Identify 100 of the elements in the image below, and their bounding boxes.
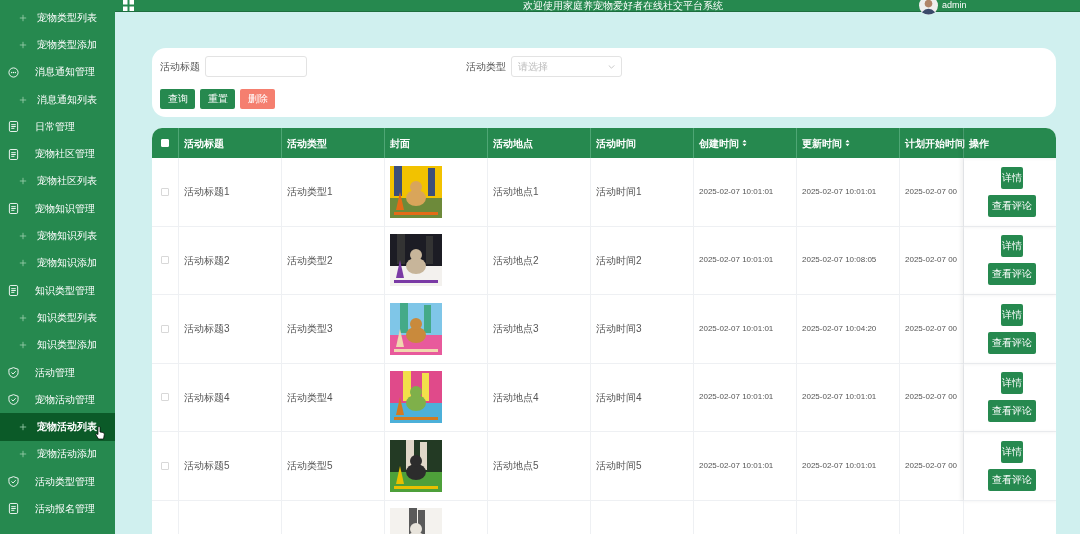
- details-button[interactable]: 详情: [1001, 235, 1023, 258]
- sidebar-label: 宠物社区列表: [37, 176, 97, 187]
- checkbox[interactable]: [161, 393, 169, 402]
- column-header: 更新时间: [802, 136, 842, 151]
- table-cell-text: 活动时间2: [596, 253, 642, 268]
- table-cell: 2025-02-07 10:01:01: [699, 459, 774, 472]
- sidebar-label: 宠物活动添加: [37, 449, 97, 460]
- sidebar-item[interactable]: 宠物知识管理: [0, 195, 115, 223]
- details-button[interactable]: 详情: [1001, 372, 1023, 395]
- details-button[interactable]: 详情: [1001, 440, 1023, 463]
- table-cell: 2025-02-07 10:01:01: [699, 254, 774, 267]
- sidebar-item[interactable]: 活动报名管理: [0, 495, 115, 523]
- plus-icon: [19, 13, 27, 22]
- document-icon: [8, 203, 19, 215]
- table-cell: 2025-02-07 00: [905, 254, 958, 267]
- sidebar-label: 活动类型管理: [35, 476, 95, 487]
- header-title: 欢迎使用家庭养宠物爱好者在线社交平台系统: [523, 0, 723, 11]
- table-cell-text: 活动地点5: [493, 459, 539, 474]
- table-cell: 2025-02-07 10:08:05: [802, 254, 877, 267]
- sidebar-item[interactable]: 宠物知识列表: [0, 222, 115, 250]
- sidebar-label: 宠物社区管理: [35, 149, 95, 160]
- field-label: 活动标题: [160, 60, 200, 74]
- action-button[interactable]: 删除: [240, 89, 275, 109]
- table-cell-text: 活动时间1: [596, 185, 642, 200]
- column-header: 活动时间: [596, 136, 636, 151]
- sidebar-item[interactable]: 宠物类型列表: [0, 4, 115, 32]
- table-cell-text: 活动时间5: [596, 459, 642, 474]
- sidebar-item[interactable]: 知识类型添加: [0, 331, 115, 359]
- sidebar-item[interactable]: 宠物知识添加: [0, 249, 115, 277]
- details-button[interactable]: 详情: [1001, 166, 1023, 189]
- comments-button[interactable]: 查看评论: [988, 331, 1036, 354]
- sidebar-label: 宠物活动管理: [35, 394, 95, 405]
- sort-icon[interactable]: [742, 139, 747, 147]
- sort-icon[interactable]: [845, 139, 850, 147]
- sidebar-item[interactable]: 宠物活动列表: [0, 413, 115, 441]
- comments-button[interactable]: 查看评论: [988, 194, 1036, 217]
- sidebar-item[interactable]: 宠物活动管理: [0, 386, 115, 414]
- sidebar-label: 宠物知识管理: [35, 203, 95, 214]
- avatar-icon[interactable]: [919, 0, 938, 15]
- sidebar-label: 知识类型管理: [35, 285, 95, 296]
- details-button[interactable]: 详情: [1001, 303, 1023, 326]
- comments-button[interactable]: 查看评论: [988, 468, 1036, 491]
- sidebar-item[interactable]: 宠物活动添加: [0, 440, 115, 469]
- sidebar-label: 宠物知识列表: [37, 231, 97, 241]
- document-icon: [8, 285, 19, 297]
- sidebar-item[interactable]: 活动管理: [0, 358, 115, 387]
- plus-icon: [19, 313, 27, 322]
- column-header: 活动类型: [287, 136, 327, 151]
- table-cell-text: 活动类型4: [287, 390, 333, 405]
- sidebar-item[interactable]: 知识类型列表: [0, 304, 115, 332]
- action-button[interactable]: 重置: [200, 89, 235, 109]
- column-header: 计划开始时间: [905, 136, 965, 151]
- document-icon: [8, 503, 19, 515]
- plus-icon: [19, 341, 27, 350]
- table-cell-text: 活动标题2: [184, 253, 230, 268]
- menu-icon[interactable]: [123, 0, 134, 11]
- table-cell: 2025-02-07 10:01:01: [699, 185, 774, 198]
- pointer-hand-icon: [95, 425, 105, 440]
- sidebar-item[interactable]: 宠物社区管理: [0, 140, 115, 168]
- column-header: 封面: [390, 136, 410, 151]
- plus-icon: [19, 40, 27, 49]
- user-name[interactable]: admin: [942, 0, 967, 13]
- table-cell: 2025-02-07 10:04:20: [802, 322, 877, 335]
- table-cell-text: 活动标题5: [184, 459, 230, 474]
- table-cell-text: 活动时间4: [596, 390, 642, 405]
- column-header: 活动地点: [493, 136, 533, 151]
- checkbox[interactable]: [161, 187, 169, 196]
- comments-button[interactable]: 查看评论: [988, 400, 1036, 423]
- checkbox[interactable]: [161, 324, 169, 333]
- plus-icon: [19, 232, 27, 240]
- sidebar-item[interactable]: 消息通知管理: [0, 58, 115, 86]
- sidebar-item[interactable]: 宠物社区列表: [0, 167, 115, 196]
- table-cell-text: 活动标题3: [184, 322, 230, 337]
- sidebar-item[interactable]: 宠物类型添加: [0, 31, 115, 59]
- checkbox[interactable]: [161, 256, 169, 265]
- input-field[interactable]: [205, 56, 307, 77]
- sidebar-item[interactable]: 活动类型管理: [0, 468, 115, 496]
- table-cell-text: 活动类型2: [287, 253, 333, 268]
- checkbox[interactable]: [161, 461, 169, 470]
- column-header: 操作: [969, 136, 989, 151]
- table-cell: 2025-02-07 10:01:01: [699, 391, 774, 404]
- table-cell-text: 活动类型1: [287, 185, 333, 200]
- sidebar-label: 活动报名管理: [35, 504, 95, 514]
- sidebar-label: 知识类型添加: [37, 340, 97, 351]
- table-cell: 2025-02-07 10:01:01: [699, 322, 774, 335]
- table-cell-text: 活动标题1: [184, 185, 230, 200]
- table-cell: 2025-02-07 10:01:01: [802, 391, 877, 404]
- chat-bubble-icon: [8, 66, 19, 78]
- action-button[interactable]: 查询: [160, 89, 195, 109]
- sidebar-label: 宠物类型列表: [37, 12, 97, 23]
- sidebar-item[interactable]: 日常管理: [0, 113, 115, 141]
- sidebar-item[interactable]: 知识类型管理: [0, 276, 115, 305]
- table-cell: 2025-02-07 00: [905, 459, 958, 472]
- comments-button[interactable]: 查看评论: [988, 263, 1036, 286]
- sidebar-item[interactable]: 消息通知列表: [0, 85, 115, 114]
- sidebar-label: 消息通知管理: [35, 67, 95, 78]
- plus-icon: [19, 423, 27, 432]
- table-cell-text: 活动地点4: [493, 390, 539, 405]
- table-cell-text: 活动类型3: [287, 322, 333, 337]
- document-icon: [8, 148, 19, 160]
